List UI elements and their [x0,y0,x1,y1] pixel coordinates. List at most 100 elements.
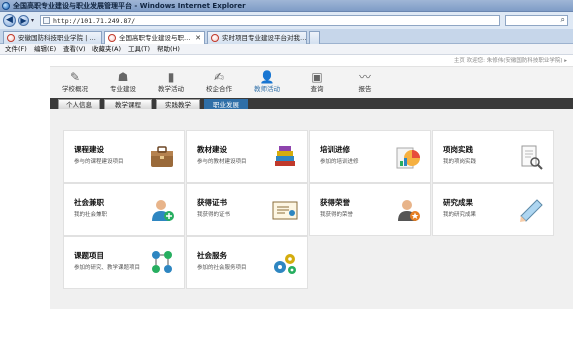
honor-user-icon [398,200,420,221]
card-certificate[interactable]: 获得证书 我获得的证书 [186,183,308,236]
site-icon [108,34,116,42]
card-course-construction[interactable]: 课程建设 参与的课程建设项目 [63,130,185,183]
menu-edit[interactable]: 编辑(E) [34,45,56,54]
teacher-icon: 👤 [259,70,275,84]
menu-bar: 文件(F) 编辑(E) 查看(V) 收藏夹(A) 工具(T) 帮助(H) [0,44,573,55]
ie-icon [2,2,10,10]
nav-report[interactable]: 〰 报告 [347,70,383,94]
network-icon [152,251,172,273]
card-title: 研究成果 [443,198,473,207]
page-header: 主页 欢迎您: 朱修伟(安徽国防科技职业学院) ▸ [0,56,573,64]
menu-file[interactable]: 文件(F) [5,45,27,54]
nav-query[interactable]: ▣ 查询 [299,70,335,94]
nav-major-construction[interactable]: ☗ 专业建设 [105,70,141,94]
site-icon [7,34,15,42]
subtab-career[interactable]: 职业发展 [204,99,248,109]
card-desc: 我获得的荣誉 [320,212,354,218]
nav-label: 报告 [358,85,372,93]
card-honor[interactable]: 获得荣誉 我获得的荣誉 [309,183,431,236]
card-grid: 课程建设 参与的课程建设项目 教材建设 参与的教材建设项目 培训进修 参加的培训… [50,109,573,309]
card-desc: 参与的教材建设项目 [197,159,247,165]
subtab-courses[interactable]: 教学课程 [104,99,152,109]
books-icon [275,146,295,166]
card-title: 项岗实践 [443,145,473,154]
paper-icon [520,199,543,222]
nav-label: 教学活动 [158,85,184,93]
nav-label: 学校概况 [62,85,88,93]
pencil-icon: ✎ [69,70,81,84]
new-tab-button[interactable] [309,31,320,44]
back-button[interactable]: ◀ [3,14,16,27]
menu-view[interactable]: 查看(V) [63,45,86,54]
menu-help[interactable]: 帮助(H) [157,45,180,54]
card-desc: 我的研究成果 [443,212,477,218]
search-icon[interactable]: ⌕ [561,15,565,25]
nav-label: 专业建设 [110,85,136,93]
card-title: 课题项目 [74,251,104,260]
nav-teaching-activity[interactable]: ▮ 教学活动 [153,70,189,94]
card-practice-post[interactable]: 项岗实践 我的项岗实践 [432,130,554,183]
card-social-service[interactable]: 社会服务 参加的社会服务项目 [186,236,308,289]
tab-label: 实时项目专业建设平台对我… [222,34,307,42]
window-titlebar: 全国高职专业建设与职业发展管理平台 - Windows Internet Exp… [0,0,573,12]
chart-icon [396,147,420,169]
card-title: 社会服务 [197,251,227,260]
search-input[interactable]: ⌕ [505,15,568,26]
page-icon [43,17,50,24]
card-research[interactable]: 研究成果 我的研究成果 [432,183,554,236]
menu-tools[interactable]: 工具(T) [128,45,150,54]
card-title: 获得荣誉 [320,198,350,207]
briefcase-icon [151,146,173,167]
screen-icon: ▣ [311,70,323,84]
nav-label: 校企合作 [206,85,232,93]
card-title: 获得证书 [197,198,227,207]
pulse-icon: 〰 [358,70,371,84]
certificate-icon [272,201,298,220]
history-dropdown-icon[interactable]: ▾ [31,17,34,24]
card-desc: 参加的社会服务项目 [197,265,247,271]
forward-button[interactable]: ▶ [18,15,29,26]
tab-bar: 安徽国防科技职业学院 | … 全国高职专业建设与职… ✕ 实时项目专业建设平台对… [0,29,573,44]
subtab-personal-info[interactable]: 个人信息 [58,99,100,109]
url-text: http://101.71.249.87/ [53,17,136,25]
card-desc: 我获得的证书 [197,212,231,218]
card-topic-project[interactable]: 课题项目 参加的研究、教学课题项目 [63,236,185,289]
main-nav: ✎ 学校概况 ☗ 专业建设 ▮ 教学活动 ✍ 校企合作 👤 教师活动 ▣ 查询 … [50,66,573,98]
sub-nav: 个人信息 教学课程 实践教学 职业发展 [50,98,573,109]
card-training[interactable]: 培训进修 参加的培训进修 [309,130,431,183]
window-title: 全国高职专业建设与职业发展管理平台 - Windows Internet Exp… [13,2,246,10]
tab-label: 全国高职专业建设与职… [119,34,191,42]
menu-favorites[interactable]: 收藏夹(A) [92,45,121,54]
card-social-parttime[interactable]: 社会兼职 我的社会兼职 [63,183,185,236]
people-icon: ☗ [117,70,129,84]
tab-label: 安徽国防科技职业学院 | … [18,34,96,42]
close-tab-icon[interactable]: ✕ [195,32,201,44]
nav-school-enterprise[interactable]: ✍ 校企合作 [201,70,237,94]
user-welcome[interactable]: 主页 欢迎您: 朱修伟(安徽国防科技职业学院) ▸ [454,56,567,64]
card-title: 社会兼职 [74,198,104,207]
address-bar: ◀ ▶ ▾ http://101.71.249.87/ ⌕ [0,12,573,29]
document-search-icon [521,145,543,170]
url-field[interactable]: http://101.71.249.87/ [40,15,500,26]
tab-realtime-project[interactable]: 实时项目专业建设平台对我… [207,31,307,44]
gears-icon [274,254,296,274]
card-textbook-construction[interactable]: 教材建设 参与的教材建设项目 [186,130,308,183]
card-desc: 我的项岗实践 [443,159,477,165]
card-desc: 我的社会兼职 [74,212,108,218]
nav-label: 查询 [310,85,324,93]
tab-platform[interactable]: 全国高职专业建设与职… ✕ [104,31,205,44]
nav-school-overview[interactable]: ✎ 学校概况 [57,70,93,94]
card-desc: 参加的研究、教学课题项目 [74,265,141,271]
nav-label: 教师活动 [254,85,280,93]
card-desc: 参加的培训进修 [320,159,359,165]
book-icon: ▮ [167,70,175,84]
card-title: 课程建设 [74,145,104,154]
card-desc: 参与的课程建设项目 [74,159,124,165]
nav-teacher-activity[interactable]: 👤 教师活动 [249,70,285,94]
edit-doc-icon: ✍ [213,70,225,84]
tab-anhui-fangke[interactable]: 安徽国防科技职业学院 | … [3,31,102,44]
subtab-practice[interactable]: 实践教学 [156,99,200,109]
card-title: 教材建设 [197,145,227,154]
card-title: 培训进修 [320,145,350,154]
site-icon [211,34,219,42]
